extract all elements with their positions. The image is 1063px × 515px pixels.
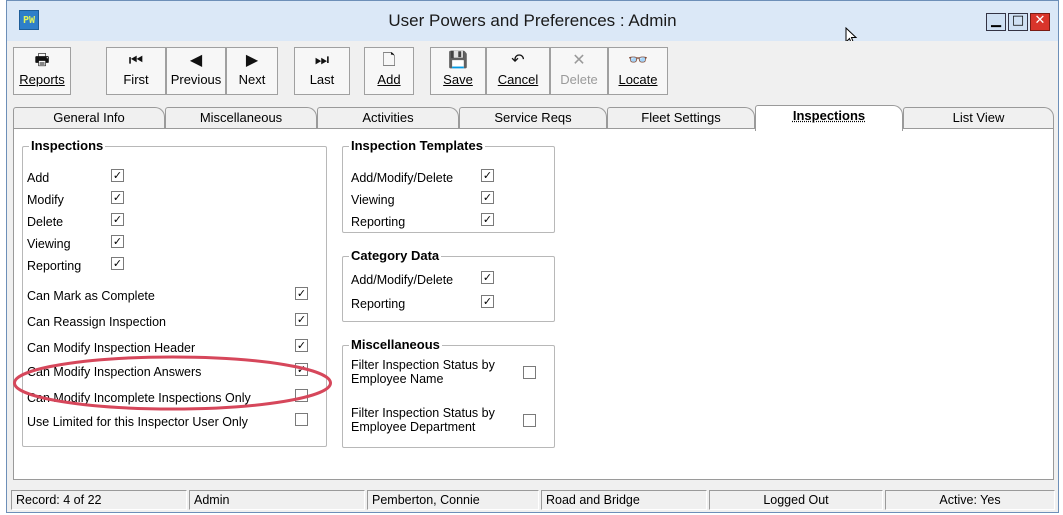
first-button[interactable]: ⏮ First — [106, 47, 166, 95]
last-button[interactable]: ⏭ Last — [294, 47, 350, 95]
can-modify-answers-checkbox[interactable]: ✓ — [295, 363, 308, 376]
inspections-add-checkbox[interactable]: ✓ — [111, 169, 124, 182]
templates-reporting-label: Reporting — [351, 215, 406, 229]
app-window: PW User Powers and Preferences : Admin ▁… — [6, 0, 1059, 513]
tab-strip: General Info Miscellaneous Activities Se… — [13, 105, 1054, 131]
can-mark-complete-checkbox[interactable]: ✓ — [295, 287, 308, 300]
delete-button[interactable]: ✕ Delete — [550, 47, 608, 95]
reports-label: Reports — [19, 72, 65, 87]
inspections-add-label: Add — [27, 171, 50, 185]
previous-label: Previous — [170, 72, 222, 87]
last-label: Last — [309, 72, 335, 87]
status-bar: Record: 4 of 22 Admin Pemberton, Connie … — [7, 490, 1058, 512]
tab-miscellaneous[interactable]: Miscellaneous — [165, 107, 317, 129]
close-button[interactable]: ✕ — [1030, 13, 1050, 31]
status-department: Road and Bridge — [541, 490, 707, 510]
can-modify-incomplete-label: Can Modify Incomplete Inspections Only — [27, 391, 251, 405]
can-mark-complete-label: Can Mark as Complete — [27, 289, 155, 303]
inspections-reporting-checkbox[interactable]: ✓ — [111, 257, 124, 270]
can-modify-header-checkbox[interactable]: ✓ — [295, 339, 308, 352]
tab-fleet-settings[interactable]: Fleet Settings — [607, 107, 755, 129]
templates-viewing-label: Viewing — [351, 193, 395, 207]
save-button[interactable]: 💾 Save — [430, 47, 486, 95]
inspections-reporting-label: Reporting — [27, 259, 82, 273]
first-label: First — [123, 72, 149, 87]
inspection-templates-group: Inspection Templates Add/Modify/Delete ✓… — [342, 138, 555, 233]
inspections-viewing-checkbox[interactable]: ✓ — [111, 235, 124, 248]
status-active: Active: Yes — [885, 490, 1055, 510]
use-limited-inspector-label: Use Limited for this Inspector User Only — [27, 415, 248, 429]
title-bar[interactable]: PW User Powers and Preferences : Admin ▁… — [7, 1, 1058, 46]
miscellaneous-group: Miscellaneous Filter Inspection Status b… — [342, 337, 555, 448]
filter-by-name-label-line1: Filter Inspection Status by — [351, 358, 495, 372]
add-label: Add — [377, 72, 401, 87]
undo-icon: ↶ — [511, 52, 525, 69]
templates-add-modify-delete-checkbox[interactable]: ✓ — [481, 169, 494, 182]
inspections-delete-checkbox[interactable]: ✓ — [111, 213, 124, 226]
minimize-button[interactable]: ▁ — [986, 13, 1006, 31]
use-limited-inspector-checkbox[interactable] — [295, 413, 308, 426]
tab-inspections[interactable]: Inspections — [755, 105, 903, 131]
can-reassign-label: Can Reassign Inspection — [27, 315, 166, 329]
next-label: Next — [238, 72, 266, 87]
filter-by-name-label-line2: Employee Name — [351, 372, 444, 386]
inspections-delete-label: Delete — [27, 215, 64, 229]
binoculars-icon: 👓 — [628, 52, 648, 69]
window-title: User Powers and Preferences : Admin — [388, 11, 677, 30]
toolbar: 🖶 Reports ⏮ First ◀ Previous ▶ Next ⏭ La… — [7, 41, 1058, 99]
tab-general-info[interactable]: General Info — [13, 107, 165, 129]
reports-button[interactable]: 🖶 Reports — [13, 47, 71, 95]
first-record-icon: ⏮ — [128, 52, 144, 69]
new-document-icon: 🗋 — [382, 52, 396, 69]
inspection-templates-group-title: Inspection Templates — [349, 138, 485, 153]
category-reporting-label: Reporting — [351, 297, 406, 311]
floppy-disk-icon: 💾 — [448, 52, 468, 69]
inspections-tab-panel: Inspections Add ✓ Modify ✓ Delete ✓ View… — [13, 128, 1054, 480]
templates-reporting-checkbox[interactable]: ✓ — [481, 213, 494, 226]
can-reassign-checkbox[interactable]: ✓ — [295, 313, 308, 326]
category-add-modify-delete-checkbox[interactable]: ✓ — [481, 271, 494, 284]
filter-by-department-label-line2: Employee Department — [351, 420, 476, 434]
printer-icon: 🖶 — [34, 52, 50, 69]
inspections-group: Inspections Add ✓ Modify ✓ Delete ✓ View… — [22, 138, 327, 447]
filter-by-name-checkbox[interactable] — [523, 366, 536, 379]
locate-label: Locate — [618, 72, 658, 87]
add-button[interactable]: 🗋 Add — [364, 47, 414, 95]
next-record-icon: ▶ — [245, 52, 259, 69]
can-modify-header-label: Can Modify Inspection Header — [27, 341, 196, 355]
save-label: Save — [443, 72, 473, 87]
inspections-modify-label: Modify — [27, 193, 64, 207]
locate-button[interactable]: 👓 Locate — [608, 47, 668, 95]
cancel-button[interactable]: ↶ Cancel — [486, 47, 550, 95]
category-add-modify-delete-label: Add/Modify/Delete — [351, 273, 454, 287]
status-user: Admin — [189, 490, 365, 510]
maximize-button[interactable]: □ — [1008, 13, 1028, 31]
filter-by-department-label-line1: Filter Inspection Status by — [351, 406, 495, 420]
inspections-group-title: Inspections — [29, 138, 106, 153]
next-button[interactable]: ▶ Next — [226, 47, 278, 95]
templates-add-modify-delete-label: Add/Modify/Delete — [351, 171, 454, 185]
inspections-modify-checkbox[interactable]: ✓ — [111, 191, 124, 204]
category-reporting-checkbox[interactable]: ✓ — [481, 295, 494, 308]
category-data-group: Category Data Add/Modify/Delete ✓ Report… — [342, 248, 555, 322]
category-data-group-title: Category Data — [349, 248, 442, 263]
previous-button[interactable]: ◀ Previous — [166, 47, 226, 95]
tab-service-reqs[interactable]: Service Reqs — [459, 107, 607, 129]
last-record-icon: ⏭ — [314, 52, 330, 69]
status-login-state: Logged Out — [709, 490, 883, 510]
tab-list-view[interactable]: List View — [903, 107, 1054, 129]
status-record-count: Record: 4 of 22 — [11, 490, 187, 510]
miscellaneous-group-title: Miscellaneous — [349, 337, 442, 352]
cancel-label: Cancel — [497, 72, 539, 87]
can-modify-incomplete-checkbox[interactable] — [295, 389, 308, 402]
previous-record-icon: ◀ — [189, 52, 203, 69]
tab-activities[interactable]: Activities — [317, 107, 459, 129]
can-modify-answers-label: Can Modify Inspection Answers — [27, 365, 202, 379]
delete-label: Delete — [560, 72, 598, 87]
templates-viewing-checkbox[interactable]: ✓ — [481, 191, 494, 204]
delete-x-icon: ✕ — [572, 52, 586, 69]
inspections-viewing-label: Viewing — [27, 237, 71, 251]
status-employee-name: Pemberton, Connie — [367, 490, 539, 510]
filter-by-department-checkbox[interactable] — [523, 414, 536, 427]
